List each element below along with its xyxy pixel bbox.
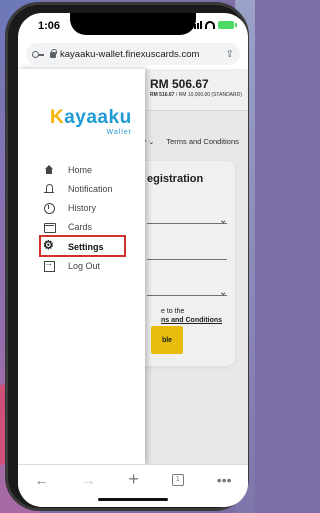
menu-label-history: History	[68, 203, 97, 213]
url-bar[interactable]: kayaaku-wallet.finexuscards.com ⇪	[26, 43, 240, 65]
back-arrow-icon[interactable]: ←	[34, 472, 48, 488]
menu-item-logout[interactable]: Log Out	[44, 257, 100, 275]
bell-icon	[44, 184, 54, 194]
menu-item-history[interactable]: History	[44, 199, 96, 217]
logo-subtitle: Wallet	[106, 129, 132, 136]
lock-icon	[50, 49, 57, 58]
browser-bottom-bar: ← → + 1 •••	[18, 464, 248, 494]
forward-arrow-icon[interactable]: →	[81, 472, 95, 488]
status-time: 1:06	[38, 20, 61, 32]
url-text[interactable]: kayaaku-wallet.finexuscards.com	[60, 49, 226, 60]
kayaaku-logo: Kayaaku Wallet	[50, 107, 132, 136]
tab-switcher-button[interactable]: 1	[171, 473, 184, 486]
wifi-icon	[205, 21, 215, 29]
menu-item-notification[interactable]: Notification	[44, 180, 113, 198]
home-icon	[44, 165, 54, 175]
share-icon[interactable]: ⇪	[226, 49, 234, 60]
side-drawer: Kayaaku Wallet Home Notification History	[18, 69, 145, 464]
phone-notch	[70, 13, 196, 35]
key-icon[interactable]	[32, 50, 44, 58]
new-tab-plus-icon[interactable]: +	[128, 469, 139, 490]
phone-frame: 1:06 kayaaku-wallet.finexuscards.com ⇪ R…	[5, 2, 249, 511]
history-icon	[44, 203, 55, 214]
status-icons	[191, 21, 237, 29]
menu-item-cards[interactable]: Cards	[44, 218, 92, 236]
cards-icon	[44, 222, 56, 233]
menu-label-cards: Cards	[68, 222, 93, 232]
menu-label-home: Home	[68, 165, 93, 175]
phone-screen: 1:06 kayaaku-wallet.finexuscards.com ⇪ R…	[18, 13, 248, 507]
menu-item-home[interactable]: Home	[44, 161, 92, 179]
battery-icon	[218, 21, 237, 29]
logout-icon	[44, 258, 55, 272]
logo-text: ayaaku	[64, 107, 132, 128]
logo-k: K	[50, 107, 65, 128]
menu-label-notification: Notification	[68, 184, 113, 194]
menu-label-logout: Log Out	[68, 261, 101, 271]
more-menu-icon[interactable]: •••	[217, 472, 232, 488]
settings-highlight-box	[39, 235, 126, 257]
home-indicator[interactable]	[98, 498, 168, 501]
